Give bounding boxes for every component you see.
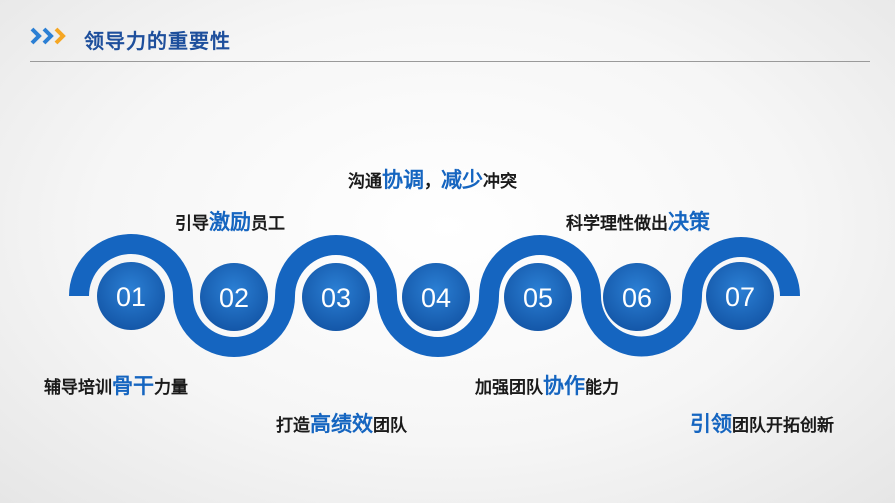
step-number-02: 02 <box>218 283 250 313</box>
step-label-07: 引领团队开拓创新 <box>690 412 834 436</box>
step-number-07: 07 <box>724 282 756 312</box>
step-number-03: 03 <box>320 283 352 313</box>
step-label-06: 科学理性做出决策 <box>566 210 710 234</box>
step-label-03: 打造高绩效团队 <box>276 412 407 436</box>
step-number-04: 04 <box>420 283 452 313</box>
step-label-01: 辅导培训骨干力量 <box>44 374 188 398</box>
step-number-01: 01 <box>115 282 147 312</box>
step-number-06: 06 <box>621 283 653 313</box>
step-label-04: 沟通协调，减少冲突 <box>348 168 517 192</box>
step-label-05: 加强团队协作能力 <box>475 374 619 398</box>
step-number-05: 05 <box>522 283 554 313</box>
step-label-02: 引导激励员工 <box>175 210 285 234</box>
